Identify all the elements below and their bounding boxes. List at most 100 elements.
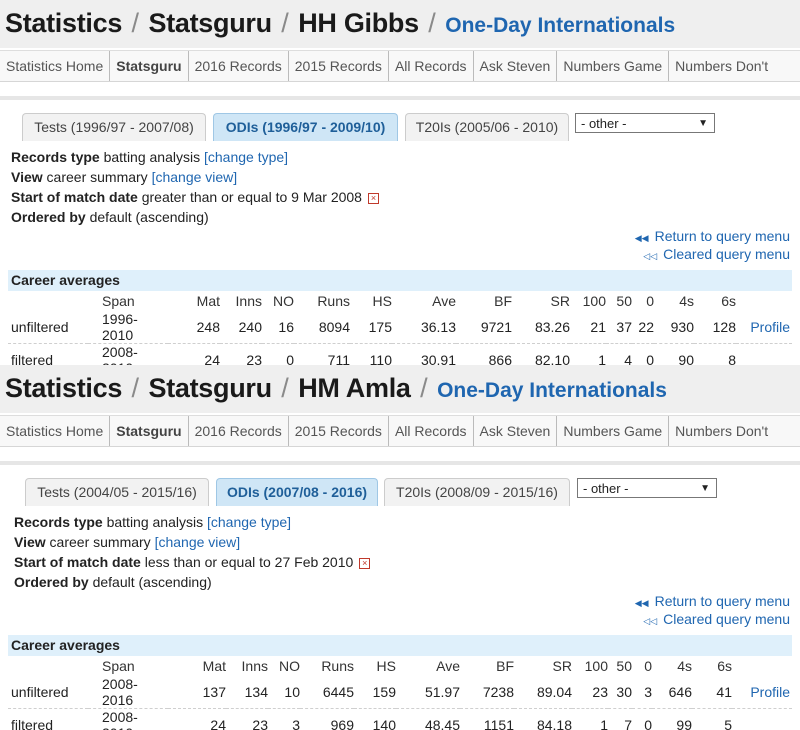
profile-link <box>732 708 792 730</box>
tab-t20is[interactable]: T20Is (2005/06 - 2010) <box>405 113 569 141</box>
tab-odis[interactable]: ODIs (1996/97 - 2009/10) <box>213 113 398 141</box>
cleared-query-text: Cleared query menu <box>663 246 790 262</box>
nav-2015-records[interactable]: 2015 Records <box>289 51 389 81</box>
cell-0: 0 <box>632 708 652 730</box>
view-value: career summary <box>49 534 151 550</box>
cell-span: 2008-2010 <box>88 343 168 365</box>
title-statsguru[interactable]: Statsguru <box>148 373 272 403</box>
rewind-icon: ◁◁ <box>643 616 658 626</box>
return-query-link[interactable]: ◀◀ Return to query menu <box>635 228 790 246</box>
remove-filter-icon[interactable]: × <box>359 557 371 569</box>
query-info: Records type batting analysis [change ty… <box>14 512 371 592</box>
table-row: filtered 2008-2010 24 23 0 711 110 30.91… <box>8 343 792 365</box>
cell-50: 30 <box>608 676 632 709</box>
other-format-select[interactable]: - other - ▼ <box>577 478 717 498</box>
table-row: unfiltered 1996-2010 248 240 16 8094 175… <box>8 311 792 344</box>
nav-bar: Statistics Home Statsguru 2016 Records 2015… <box>0 50 800 82</box>
cleared-query-link[interactable]: ◁◁ Cleared query menu <box>635 611 790 629</box>
nav-statistics-home[interactable]: Statistics Home <box>0 51 111 81</box>
nav-numbers-dont[interactable]: Numbers Don't <box>669 416 774 446</box>
col-bf: BF <box>494 293 512 309</box>
nav-ask-steven[interactable]: Ask Steven <box>474 416 558 446</box>
cell-0: 0 <box>632 343 654 365</box>
cell-0: 3 <box>632 676 652 709</box>
statsguru-panel-amla: Statistics / Statsguru / HM Amla / One-D… <box>0 365 800 730</box>
nav-2015-records[interactable]: 2015 Records <box>289 416 389 446</box>
col-inns: Inns <box>241 658 268 674</box>
col-no: NO <box>273 293 294 309</box>
tab-t20is[interactable]: T20Is (2008/09 - 2015/16) <box>384 478 570 506</box>
nav-all-records[interactable]: All Records <box>389 51 474 81</box>
cell-runs: 8094 <box>294 311 350 344</box>
col-sr: SR <box>550 293 570 309</box>
nav-statistics-home[interactable]: Statistics Home <box>0 416 111 446</box>
col-bf: BF <box>496 658 514 674</box>
cell-100: 23 <box>572 676 608 709</box>
cell-sr: 82.10 <box>512 343 570 365</box>
nav-statsguru[interactable]: Statsguru <box>110 51 189 81</box>
cell-sr: 83.26 <box>512 311 570 344</box>
cell-bf: 9721 <box>456 311 512 344</box>
title-statistics[interactable]: Statistics <box>5 8 122 38</box>
cell-50: 7 <box>608 708 632 730</box>
title-separator: / <box>281 8 289 38</box>
title-statistics[interactable]: Statistics <box>5 373 122 403</box>
cell-runs: 711 <box>294 343 350 365</box>
tab-odis[interactable]: ODIs (2007/08 - 2016) <box>216 478 378 506</box>
cell-hs: 110 <box>350 343 392 365</box>
col-4s: 4s <box>679 293 694 309</box>
nav-2016-records[interactable]: 2016 Records <box>189 51 289 81</box>
profile-link[interactable]: Profile <box>732 676 792 709</box>
cell-bf: 1151 <box>460 708 514 730</box>
change-view-link[interactable]: [change view] <box>152 169 238 185</box>
view-label: View <box>11 169 43 185</box>
ordered-by-value: default (ascending) <box>92 574 212 590</box>
nav-ask-steven[interactable]: Ask Steven <box>474 51 558 81</box>
change-type-link[interactable]: [change type] <box>204 149 288 165</box>
cell-ave: 51.97 <box>396 676 460 709</box>
cleared-query-text: Cleared query menu <box>663 611 790 627</box>
nav-all-records[interactable]: All Records <box>389 416 474 446</box>
dropdown-arrow-icon: ▼ <box>700 483 710 494</box>
cell-span: 2008-2010 <box>88 708 168 730</box>
ordered-by-value: default (ascending) <box>89 209 209 225</box>
other-format-select[interactable]: - other - ▼ <box>575 113 715 133</box>
cleared-query-link[interactable]: ◁◁ Cleared query menu <box>635 246 790 264</box>
cell-inns: 240 <box>220 311 262 344</box>
col-6s: 6s <box>721 293 736 309</box>
cell-inns: 23 <box>226 708 268 730</box>
cell-bf: 7238 <box>460 676 514 709</box>
change-type-link[interactable]: [change type] <box>207 514 291 530</box>
rewind-icon: ◀◀ <box>634 233 649 243</box>
tab-tests[interactable]: Tests (1996/97 - 2007/08) <box>22 113 206 141</box>
career-averages-table: Span Mat Inns NO Runs HS Ave BF SR 100 5… <box>8 291 792 365</box>
title-statsguru[interactable]: Statsguru <box>148 8 272 38</box>
tab-tests[interactable]: Tests (2004/05 - 2015/16) <box>25 478 209 506</box>
records-type-value: batting analysis <box>103 149 201 165</box>
return-query-link[interactable]: ◀◀ Return to query menu <box>635 593 790 611</box>
cell-hs: 175 <box>350 311 392 344</box>
ordered-by-label: Ordered by <box>14 574 89 590</box>
cell-50: 37 <box>606 311 632 344</box>
col-4s: 4s <box>677 658 692 674</box>
records-type-label: Records type <box>11 149 100 165</box>
profile-link[interactable]: Profile <box>736 311 792 344</box>
cell-mat: 248 <box>168 311 220 344</box>
cell-ave: 48.45 <box>396 708 460 730</box>
cell-ave: 36.13 <box>392 311 456 344</box>
row-label: unfiltered <box>8 676 88 709</box>
nav-numbers-dont[interactable]: Numbers Don't <box>669 51 774 81</box>
nav-statsguru[interactable]: Statsguru <box>110 416 189 446</box>
nav-2016-records[interactable]: 2016 Records <box>189 416 289 446</box>
cell-100: 1 <box>570 343 606 365</box>
career-averages-header: Career averages <box>8 270 792 291</box>
cell-bf: 866 <box>456 343 512 365</box>
nav-numbers-game[interactable]: Numbers Game <box>557 416 670 446</box>
table-row: filtered 2008-2010 24 23 3 969 140 48.45… <box>8 708 792 730</box>
col-blank <box>736 291 792 311</box>
rewind-icon: ◁◁ <box>643 251 658 261</box>
change-view-link[interactable]: [change view] <box>155 534 241 550</box>
col-6s: 6s <box>717 658 732 674</box>
nav-numbers-game[interactable]: Numbers Game <box>557 51 670 81</box>
remove-filter-icon[interactable]: × <box>367 192 379 204</box>
